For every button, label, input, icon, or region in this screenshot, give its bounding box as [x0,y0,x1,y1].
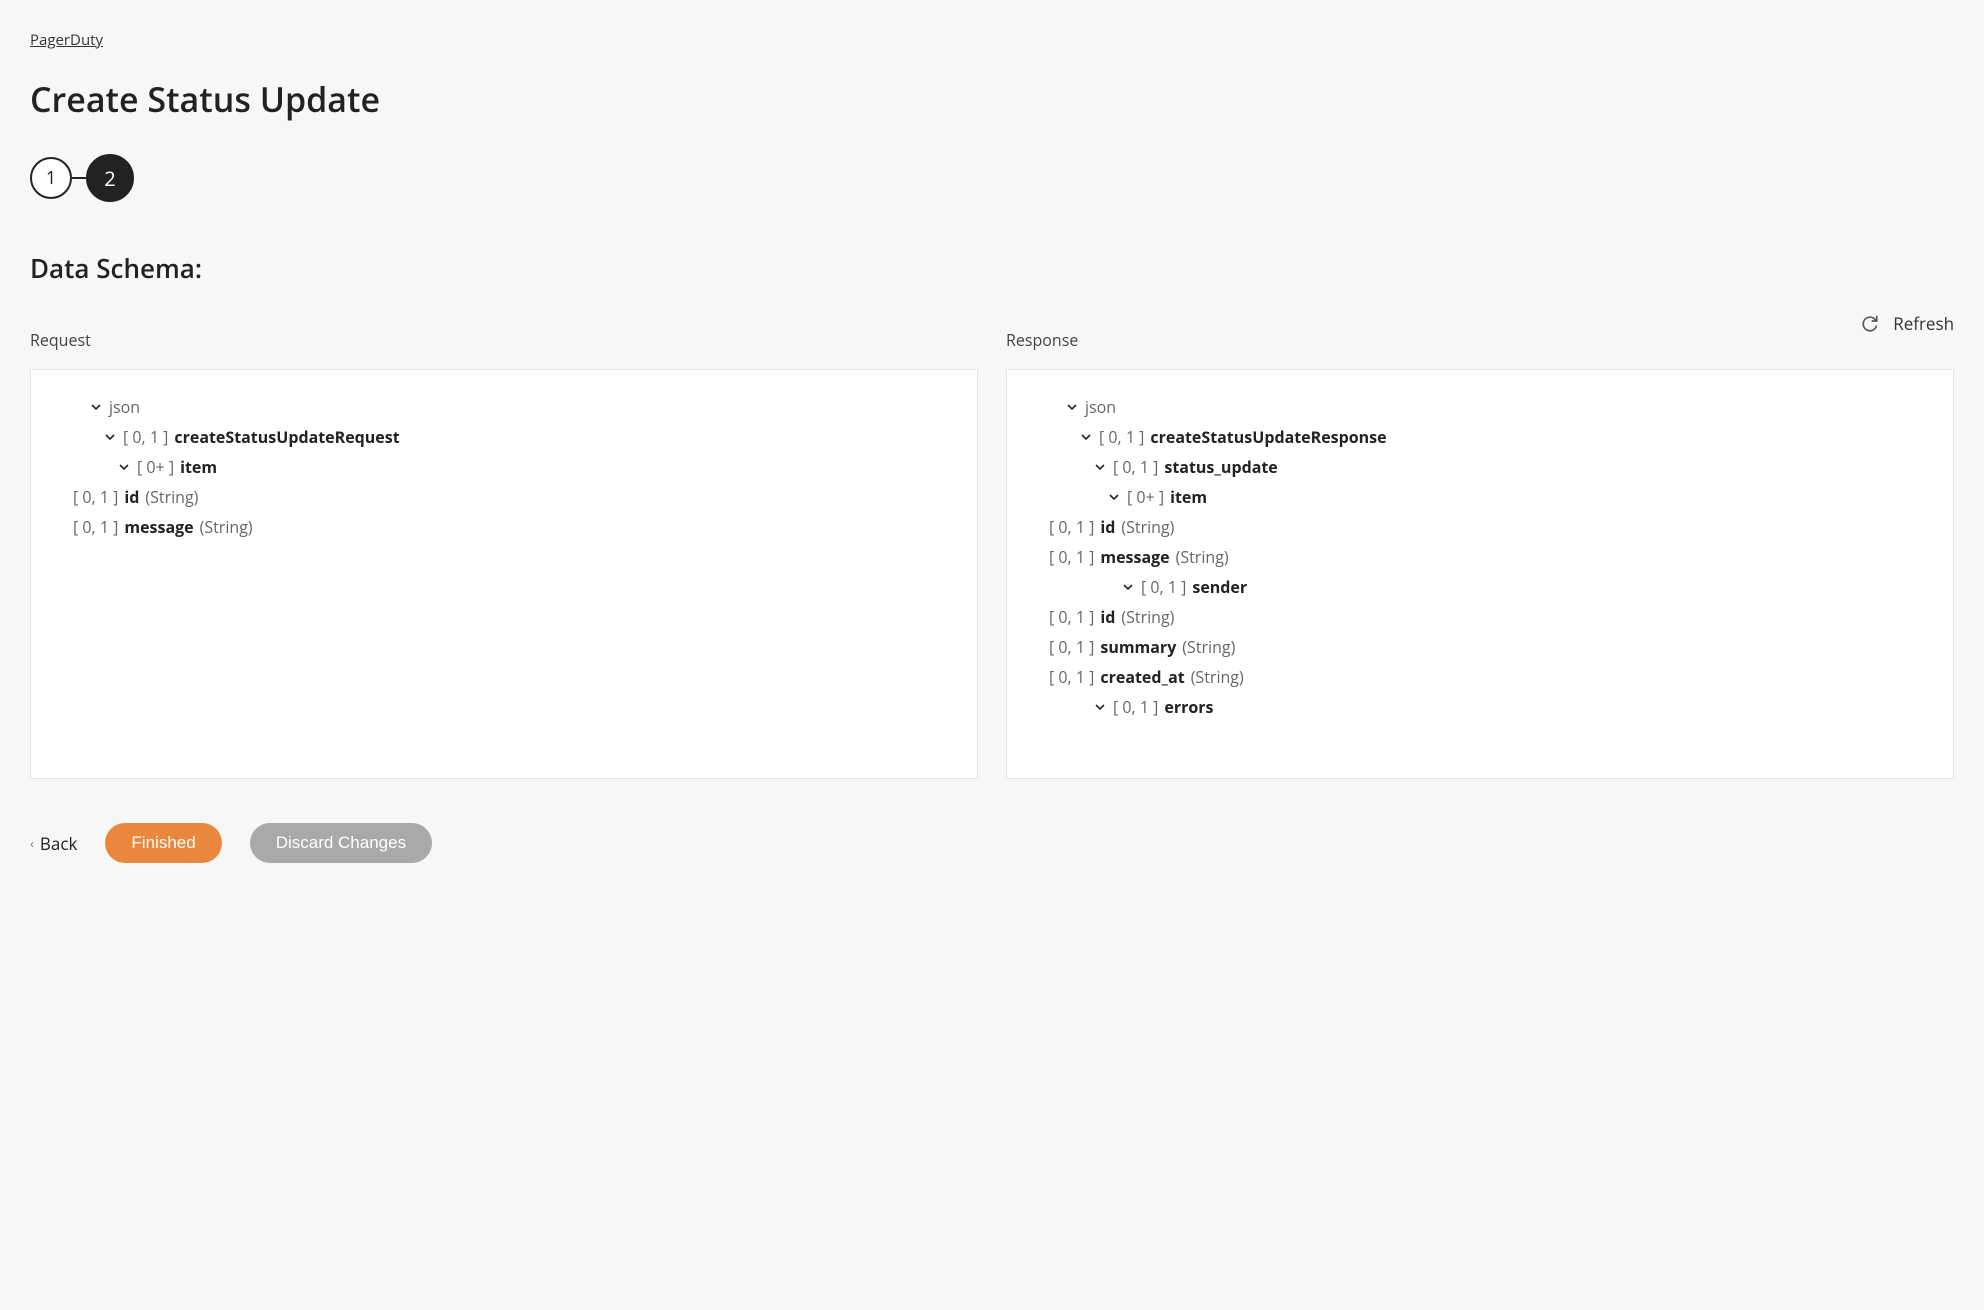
step-2[interactable]: 2 [86,154,134,202]
node-cardinality: [ 0, 1 ] [1049,606,1094,628]
request-column: Request json [ 0, 1 ] createStatusUpdate… [30,337,978,779]
node-type: (String) [1121,516,1174,538]
chevron-down-icon [103,431,117,443]
request-label: Request [30,329,978,351]
tree-node-response-root[interactable]: [ 0, 1 ] createStatusUpdateResponse [1029,422,1933,452]
response-label: Response [1006,329,1954,351]
node-name: item [1170,486,1207,508]
tree-node-id[interactable]: [ 0, 1 ] id (String) [53,482,957,512]
node-cardinality: [ 0, 1 ] [1049,666,1094,688]
node-name: createStatusUpdateRequest [174,426,399,448]
chevron-down-icon [1107,491,1121,503]
node-type: (String) [200,516,253,538]
node-type: (String) [1121,606,1174,628]
node-type: (String) [1176,546,1229,568]
node-name: summary [1100,636,1176,658]
node-name: errors [1164,696,1213,718]
node-cardinality: [ 0, 1 ] [1049,516,1094,538]
node-cardinality: [ 0, 1 ] [1049,546,1094,568]
node-name: item [180,456,217,478]
node-cardinality: [ 0, 1 ] [123,426,168,448]
tree-node-item[interactable]: [ 0+ ] item [53,452,957,482]
section-title: Data Schema: [30,250,1954,286]
chevron-down-icon [1093,701,1107,713]
tree-node-status-update[interactable]: [ 0, 1 ] status_update [1029,452,1933,482]
tree-node-request-root[interactable]: [ 0, 1 ] createStatusUpdateRequest [53,422,957,452]
node-label: json [1085,396,1116,418]
node-name: id [1100,606,1115,628]
node-type: (String) [145,486,198,508]
page-title: Create Status Update [30,76,1954,122]
stepper: 1 2 [30,154,1954,202]
node-label: json [109,396,140,418]
tree-node-message[interactable]: [ 0, 1 ] message (String) [53,512,957,542]
node-cardinality: [ 0, 1 ] [1113,456,1158,478]
chevron-left-icon: ‹ [30,834,34,852]
tree-node-json[interactable]: json [53,392,957,422]
node-name: createStatusUpdateResponse [1150,426,1386,448]
tree-node-errors[interactable]: [ 0, 1 ] errors [1029,692,1933,722]
node-cardinality: [ 0, 1 ] [1113,696,1158,718]
chevron-down-icon [1093,461,1107,473]
request-panel: json [ 0, 1 ] createStatusUpdateRequest … [30,369,978,779]
node-cardinality: [ 0, 1 ] [73,486,118,508]
step-1[interactable]: 1 [30,157,72,199]
tree-node-sender-summary[interactable]: [ 0, 1 ] summary (String) [1029,632,1933,662]
tree-node-created-at[interactable]: [ 0, 1 ] created_at (String) [1029,662,1933,692]
finished-button[interactable]: Finished [105,823,221,863]
tree-node-sender-id[interactable]: [ 0, 1 ] id (String) [1029,602,1933,632]
node-type: (String) [1191,666,1244,688]
response-column: Response json [ 0, 1 ] createStatusUpdat… [1006,337,1954,779]
tree-node-id[interactable]: [ 0, 1 ] id (String) [1029,512,1933,542]
tree-node-json[interactable]: json [1029,392,1933,422]
chevron-down-icon [1121,581,1135,593]
tree-node-item[interactable]: [ 0+ ] item [1029,482,1933,512]
back-label: Back [40,832,78,855]
node-cardinality: [ 0, 1 ] [1099,426,1144,448]
node-type: (String) [1182,636,1235,658]
tree-node-sender[interactable]: [ 0, 1 ] sender [1029,572,1933,602]
node-name: sender [1192,576,1247,598]
node-name: created_at [1100,666,1184,688]
chevron-down-icon [117,461,131,473]
node-cardinality: [ 0, 1 ] [1049,636,1094,658]
node-name: id [1100,516,1115,538]
step-connector [72,177,86,179]
node-cardinality: [ 0, 1 ] [1141,576,1186,598]
discard-changes-button[interactable]: Discard Changes [250,823,432,863]
node-name: id [124,486,139,508]
back-link[interactable]: ‹ Back [30,832,77,855]
tree-node-message[interactable]: [ 0, 1 ] message (String) [1029,542,1933,572]
node-name: message [1100,546,1169,568]
breadcrumb-link[interactable]: PagerDuty [30,30,103,50]
node-cardinality: [ 0+ ] [137,456,174,478]
node-name: message [124,516,193,538]
response-panel: json [ 0, 1 ] createStatusUpdateResponse… [1006,369,1954,779]
chevron-down-icon [89,401,103,413]
chevron-down-icon [1065,401,1079,413]
node-cardinality: [ 0+ ] [1127,486,1164,508]
footer: ‹ Back Finished Discard Changes [30,823,1954,863]
chevron-down-icon [1079,431,1093,443]
node-cardinality: [ 0, 1 ] [73,516,118,538]
node-name: status_update [1164,456,1277,478]
